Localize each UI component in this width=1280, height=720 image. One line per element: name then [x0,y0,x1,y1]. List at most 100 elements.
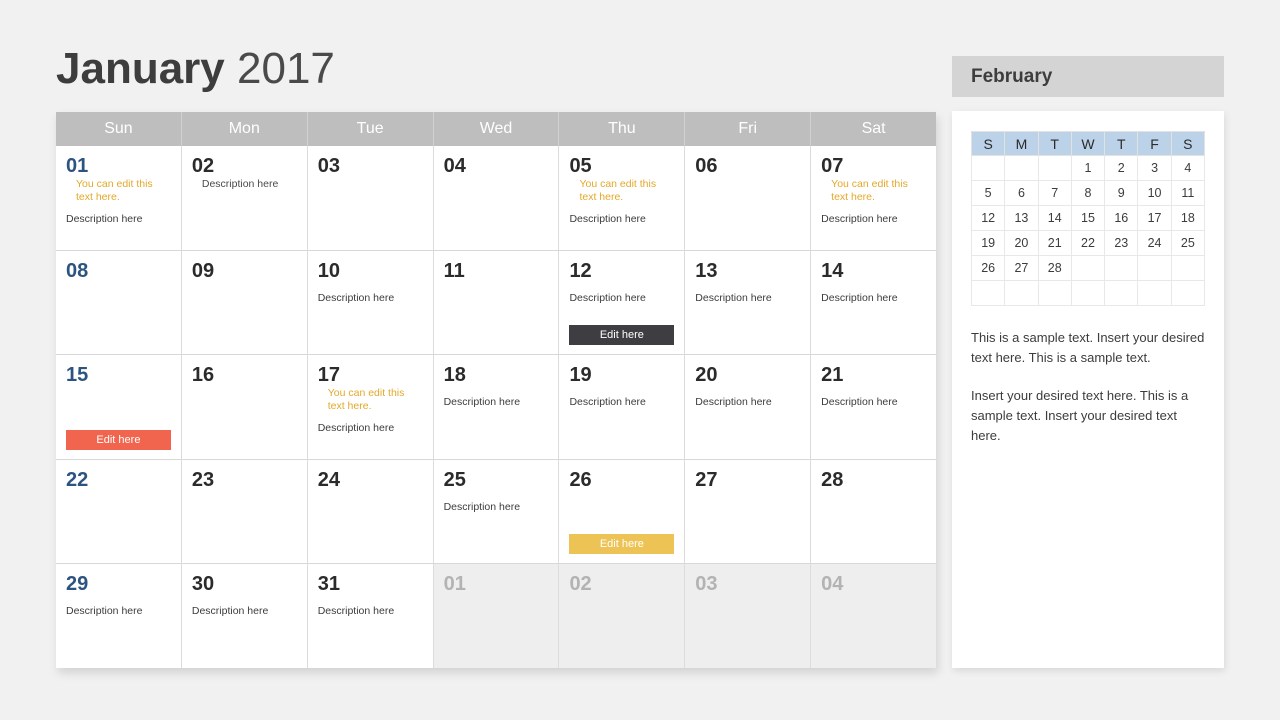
day-cell[interactable]: 15 Edit here [56,355,182,459]
mini-day-cell[interactable]: 1 [1070,155,1106,181]
day-cell[interactable]: 01You can edit this text here. Descriptio… [56,146,182,250]
day-cell[interactable]: 18 Description here [433,355,560,459]
mini-day-cell[interactable]: 22 [1070,230,1106,256]
mini-day-cell[interactable] [1004,280,1039,306]
day-cell[interactable]: 06 [685,146,812,250]
day-cell[interactable]: 02Description here [181,146,308,250]
mini-day-cell[interactable]: 13 [1004,205,1039,231]
mini-day-cell[interactable]: 18 [1170,205,1206,231]
day-description[interactable]: Description here [569,292,674,305]
mini-day-cell[interactable]: 8 [1070,180,1106,206]
mini-day-cell[interactable]: 6 [1004,180,1039,206]
day-note[interactable]: You can edit this text here. [328,387,414,413]
mini-day-cell[interactable] [1137,280,1172,306]
day-description[interactable]: Description here [444,501,549,514]
mini-day-cell[interactable]: 12 [970,205,1006,231]
day-cell[interactable]: 30 Description here [181,564,308,668]
day-description[interactable]: Description here [202,178,278,191]
edit-here-button[interactable]: Edit here [66,429,171,450]
mini-day-cell[interactable]: 10 [1137,180,1172,206]
day-cell[interactable]: 07You can edit this text here. Descriptio… [811,146,937,250]
mini-day-cell[interactable] [1170,280,1206,306]
mini-day-cell[interactable]: 9 [1104,180,1139,206]
mini-day-cell[interactable]: 14 [1037,205,1072,231]
mini-day-cell[interactable]: 15 [1070,205,1106,231]
day-note[interactable]: You can edit this text here. [579,178,665,204]
day-description[interactable]: Description here [66,213,171,226]
mini-day-cell[interactable] [1037,280,1072,306]
day-note[interactable]: You can edit this text here. [831,178,917,204]
day-description[interactable]: Description here [569,213,674,226]
day-description[interactable]: Description here [192,605,297,618]
mini-day-cell[interactable]: 21 [1037,230,1072,256]
mini-day-cell[interactable] [1004,155,1039,181]
mini-day-cell[interactable]: 24 [1137,230,1172,256]
day-cell[interactable]: 04 [433,146,560,250]
day-note[interactable]: You can edit this text here. [76,178,162,204]
day-description[interactable]: Description here [821,213,926,226]
day-cell[interactable]: 08 [56,250,182,355]
day-cell[interactable]: 02 [559,564,686,668]
mini-day-cell[interactable] [1104,255,1139,281]
day-cell[interactable]: 31 Description here [307,564,434,668]
day-cell[interactable]: 23 [181,459,308,564]
mini-day-cell[interactable]: 20 [1004,230,1039,256]
day-cell[interactable]: 13 Description here [685,250,812,355]
mini-day-cell[interactable] [970,280,1006,306]
day-description[interactable]: Description here [821,292,926,305]
day-cell[interactable]: 01 [433,564,560,668]
mini-day-cell[interactable]: 3 [1137,155,1172,181]
mini-day-cell[interactable]: 28 [1037,255,1072,281]
day-cell[interactable]: 28 [811,459,937,564]
mini-day-cell[interactable]: 7 [1037,180,1072,206]
day-cell[interactable]: 10 Description here [307,250,434,355]
day-cell[interactable]: 11 [433,250,560,355]
mini-day-cell[interactable]: 26 [970,255,1006,281]
day-cell[interactable]: 14 Description here [811,250,937,355]
day-cell[interactable]: 04 [811,564,937,668]
mini-day-cell[interactable]: 23 [1104,230,1139,256]
mini-day-cell[interactable] [1070,255,1106,281]
mini-day-cell[interactable]: 11 [1170,180,1206,206]
day-cell[interactable]: 19 Description here [559,355,686,459]
mini-day-cell[interactable]: 16 [1104,205,1139,231]
day-cell[interactable]: 22 [56,459,182,564]
mini-day-cell[interactable]: 17 [1137,205,1172,231]
day-cell[interactable]: 03 [685,564,812,668]
day-description[interactable]: Description here [444,396,549,409]
day-description[interactable]: Description here [318,422,423,435]
day-cell[interactable]: 29 Description here [56,564,182,668]
day-cell[interactable]: 17You can edit this text here. Descriptio… [307,355,434,459]
mini-day-cell[interactable] [1070,280,1106,306]
mini-day-cell[interactable]: 27 [1004,255,1039,281]
day-cell[interactable]: 03 [307,146,434,250]
day-description[interactable]: Description here [821,396,926,409]
day-cell[interactable]: 09 [181,250,308,355]
day-cell[interactable]: 12 Description here Edit here [559,250,686,355]
day-cell[interactable]: 25 Description here [433,459,560,564]
edit-here-button[interactable]: Edit here [569,325,675,346]
mini-day-cell[interactable] [1037,155,1072,181]
day-description[interactable]: Description here [569,396,674,409]
day-cell[interactable]: 24 [307,459,434,564]
mini-day-cell[interactable]: 19 [970,230,1006,256]
mini-day-cell[interactable]: 25 [1170,230,1206,256]
day-cell[interactable]: 26 Edit here [559,459,686,564]
day-description[interactable]: Description here [318,605,423,618]
day-cell[interactable]: 16 [181,355,308,459]
mini-day-cell[interactable] [970,155,1006,181]
mini-day-cell[interactable] [1104,280,1139,306]
day-cell[interactable]: 05You can edit this text here. Descriptio… [559,146,686,250]
mini-day-cell[interactable]: 2 [1104,155,1139,181]
day-cell[interactable]: 20 Description here [685,355,812,459]
mini-day-cell[interactable] [1170,255,1206,281]
day-description[interactable]: Description here [695,396,800,409]
mini-day-cell[interactable]: 4 [1170,155,1206,181]
day-description[interactable]: Description here [66,605,171,618]
mini-day-cell[interactable]: 5 [970,180,1006,206]
day-description[interactable]: Description here [695,292,800,305]
mini-day-cell[interactable] [1137,255,1172,281]
day-description[interactable]: Description here [318,292,423,305]
edit-here-button[interactable]: Edit here [569,534,675,555]
day-cell[interactable]: 27 [685,459,812,564]
